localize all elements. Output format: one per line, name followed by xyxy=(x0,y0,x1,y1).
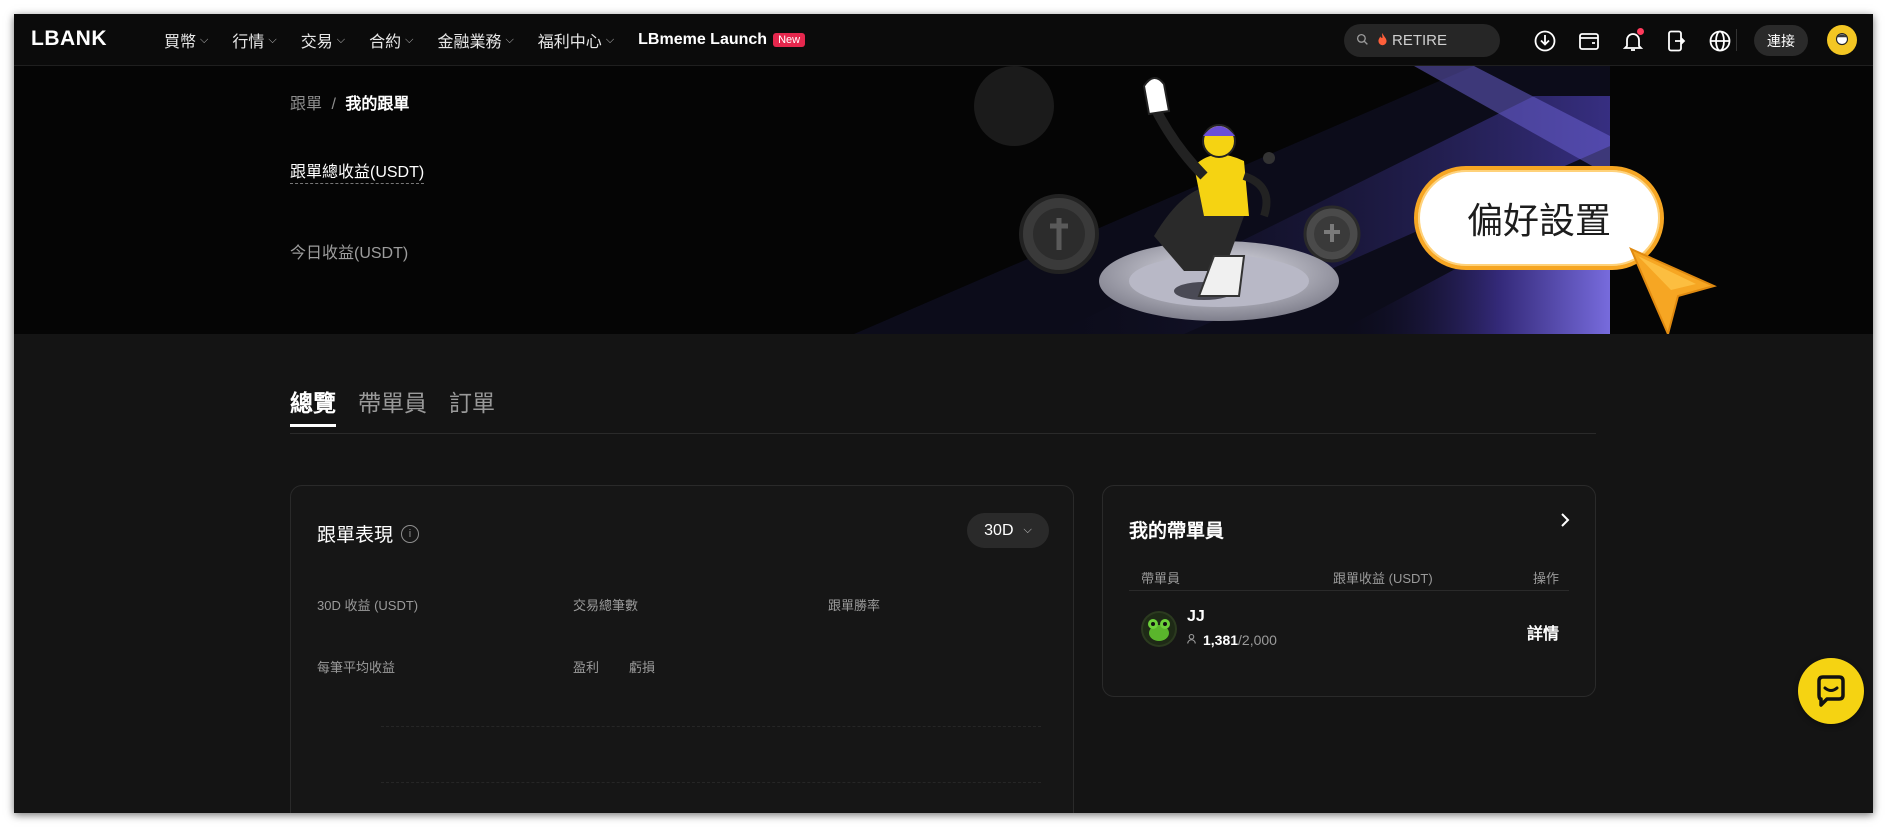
performance-title: 跟單表現 i xyxy=(317,520,420,547)
globe-icon[interactable] xyxy=(1706,27,1734,55)
leaders-title: 我的帶單員 xyxy=(1129,521,1225,542)
search-input[interactable]: RETIRE xyxy=(1344,24,1500,57)
cursor-arrow-icon xyxy=(1629,247,1717,334)
breadcrumb-current: 我的跟單 xyxy=(345,96,410,113)
col-header-action: 操作 xyxy=(1533,571,1560,586)
chevron-down-icon: ⌵ xyxy=(405,33,414,46)
tab-leaders[interactable]: 帶單員 xyxy=(358,384,427,434)
leader-name: JJ xyxy=(1187,608,1205,625)
user-icon xyxy=(1187,633,1199,648)
stat-profit: 盈利 xyxy=(573,660,600,675)
chat-bubble-icon xyxy=(1817,675,1845,707)
nav-divider xyxy=(1736,29,1737,51)
top-nav: LBANK 買幣 ⌵ 行情 ⌵ 交易 ⌵ 合約 ⌵ 金融業務 ⌵ 福利中心 ⌵ LBmeme… xyxy=(14,14,1873,66)
stat-loss: 虧損 xyxy=(629,660,656,675)
breadcrumb: 跟單 / 我的跟單 xyxy=(290,90,409,114)
menu-trade[interactable]: 交易 ⌵ xyxy=(301,28,345,52)
menu-buy-crypto[interactable]: 買幣 ⌵ xyxy=(164,28,208,52)
lbank-logo[interactable]: LBANK xyxy=(31,27,107,51)
chevron-down-icon: ⌵ xyxy=(605,33,615,46)
wallet-icon[interactable] xyxy=(1575,27,1603,55)
chevron-down-icon: ⌵ xyxy=(1023,524,1032,536)
connect-button[interactable]: 連接 xyxy=(1754,25,1808,56)
menu-futures[interactable]: 合約 ⌵ xyxy=(369,28,413,52)
menu-lbmeme-launch[interactable]: LBmeme Launch New xyxy=(638,31,806,49)
fire-icon xyxy=(1377,32,1388,49)
copy-performance-card: 跟單表現 i 30D ⌵ 30D 收益 (USDT) 交易總筆數 跟單勝率 每筆… xyxy=(290,485,1074,813)
total-income-label[interactable]: 跟單總收益(USDT) xyxy=(290,158,425,184)
tab-bar: 總覽 帶單員 訂單 xyxy=(290,384,517,434)
table-header-divider xyxy=(1129,590,1569,591)
chart-gridline xyxy=(381,726,1041,727)
leader-avatar xyxy=(1141,611,1177,647)
stat-trade-count: 交易總筆數 xyxy=(573,598,639,613)
menu-finance[interactable]: 金融業務 ⌵ xyxy=(437,28,513,52)
col-header-leader: 帶單員 xyxy=(1141,571,1181,586)
download-icon[interactable] xyxy=(1531,27,1559,55)
user-avatar[interactable] xyxy=(1827,25,1857,55)
chevron-down-icon: ⌵ xyxy=(505,33,514,46)
tab-orders[interactable]: 訂單 xyxy=(449,384,495,434)
app-download-icon[interactable] xyxy=(1662,27,1690,55)
chevron-down-icon: ⌵ xyxy=(200,33,209,46)
hero-banner: 跟單 / 我的跟單 跟單總收益(USDT) 今日收益(USDT) 偏好設置 xyxy=(14,66,1873,334)
tab-divider xyxy=(290,433,1596,434)
new-badge: New xyxy=(773,33,806,47)
breadcrumb-parent[interactable]: 跟單 xyxy=(290,96,322,113)
stat-avg-income: 每筆平均收益 xyxy=(317,660,396,675)
main-menu: 買幣 ⌵ 行情 ⌵ 交易 ⌵ 合約 ⌵ 金融業務 ⌵ 福利中心 ⌵ LBmeme Launc… xyxy=(164,14,829,66)
chat-support-button[interactable] xyxy=(1798,658,1864,724)
app-window: LBANK 買幣 ⌵ 行情 ⌵ 交易 ⌵ 合約 ⌵ 金融業務 ⌵ 福利中心 ⌵ LBmeme… xyxy=(14,14,1873,813)
bell-icon[interactable] xyxy=(1619,27,1647,55)
today-income-label: 今日收益(USDT) xyxy=(290,245,409,262)
search-trending-text: RETIRE xyxy=(1392,32,1448,49)
col-header-income: 跟單收益 (USDT) xyxy=(1333,571,1433,586)
details-link[interactable]: 詳情 xyxy=(1527,620,1559,644)
stat-win-rate: 跟單勝率 xyxy=(828,598,881,613)
chevron-down-icon: ⌵ xyxy=(336,33,346,46)
my-leaders-card: 我的帶單員 帶單員 跟單收益 (USDT) 操作 JJ 1,381/2,000 … xyxy=(1102,485,1596,697)
chevron-right-icon[interactable] xyxy=(1559,512,1571,533)
menu-markets[interactable]: 行情 ⌵ xyxy=(232,28,276,52)
notification-dot xyxy=(1637,28,1644,35)
range-select[interactable]: 30D ⌵ xyxy=(967,513,1049,548)
info-icon[interactable]: i xyxy=(401,524,420,543)
search-icon xyxy=(1356,33,1369,49)
leader-followers: 1,381/2,000 xyxy=(1187,632,1277,648)
chevron-down-icon: ⌵ xyxy=(268,33,277,46)
breadcrumb-separator: / xyxy=(331,96,336,113)
tab-overview[interactable]: 總覽 xyxy=(290,384,336,434)
stat-income-30d: 30D 收益 (USDT) xyxy=(317,598,419,613)
chart-gridline xyxy=(381,782,1041,783)
menu-rewards[interactable]: 福利中心 ⌵ xyxy=(538,28,614,52)
